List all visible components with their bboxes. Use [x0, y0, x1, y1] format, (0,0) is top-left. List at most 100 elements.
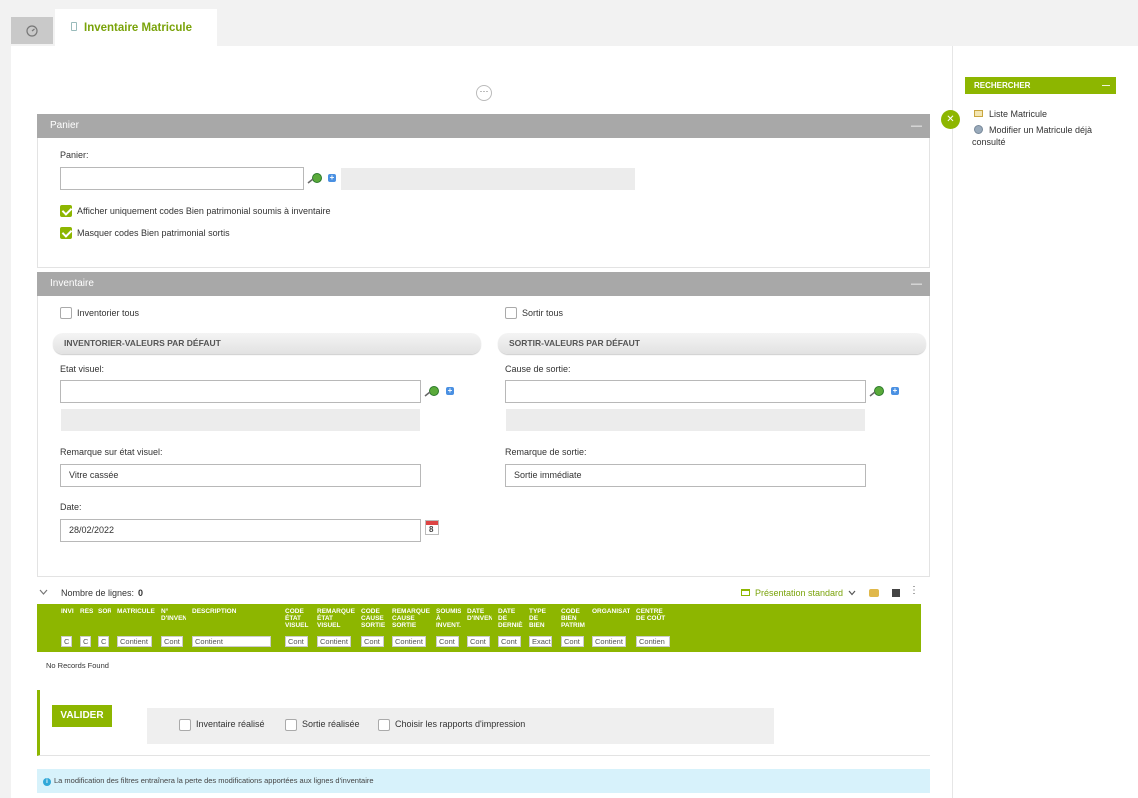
more-options-icon[interactable]: ··· — [476, 85, 492, 101]
nombre-lignes-label: Nombre de lignes: — [61, 588, 135, 598]
date-label: Date: — [60, 502, 82, 512]
search-icon[interactable] — [869, 385, 885, 397]
valider-button[interactable]: VALIDER — [52, 705, 112, 727]
calendar-icon[interactable]: 8 — [425, 520, 439, 535]
col-header[interactable]: CODE ÉTAT VISUEL — [285, 608, 310, 629]
remarque-etat-input[interactable]: Vitre cassée — [60, 464, 421, 487]
cause-sortie-input[interactable] — [505, 380, 866, 403]
inventorier-defaults-header: INVENTORIER-VALEURS PAR DÉFAUT — [53, 333, 481, 354]
remarque-sortie-label: Remarque de sortie: — [505, 447, 587, 457]
panier-input[interactable] — [60, 167, 304, 190]
document-icon — [71, 22, 77, 31]
col-filter[interactable]: Contient — [117, 636, 152, 647]
col-header[interactable]: DATE DE DERNIÈ — [498, 608, 523, 629]
panier-description-box — [341, 168, 635, 190]
panier-section-header[interactable]: Panier — — [37, 114, 930, 143]
add-icon[interactable]: + — [891, 387, 899, 395]
search-icon[interactable] — [424, 385, 440, 397]
chevron-down-icon[interactable] — [39, 589, 48, 596]
rechercher-header[interactable]: RECHERCHER — — [965, 77, 1116, 94]
col-header[interactable]: CODE CAUSE SORTIE — [361, 608, 386, 629]
tab-home[interactable] — [11, 17, 53, 44]
rechercher-title: RECHERCHER — [974, 81, 1031, 90]
col-header[interactable]: MATRICULE — [117, 608, 155, 615]
col-header[interactable]: CENTRE DE COÛT — [636, 608, 668, 622]
inventaire-realise-checkbox[interactable] — [179, 719, 191, 731]
col-filter[interactable]: Cont — [161, 636, 183, 647]
dashboard-icon — [26, 24, 38, 37]
col-header[interactable]: TYPE DE BIEN — [529, 608, 548, 629]
col-filter[interactable]: C — [61, 636, 72, 647]
inventaire-section-header[interactable]: Inventaire — — [37, 272, 930, 301]
col-filter[interactable]: Cont — [498, 636, 521, 647]
col-header[interactable]: SOUMIS À INVENT. — [436, 608, 461, 629]
col-header[interactable]: ORGANISAT — [592, 608, 630, 615]
col-filter[interactable]: Contient — [392, 636, 426, 647]
rapports-impression-checkbox[interactable] — [378, 719, 390, 731]
add-icon[interactable]: + — [446, 387, 454, 395]
liste-matricule-link[interactable]: Liste Matricule — [989, 109, 1047, 119]
cause-sortie-description-box — [506, 409, 865, 431]
date-input[interactable]: 28/02/2022 — [60, 519, 421, 542]
col-filter[interactable]: C — [98, 636, 109, 647]
col-filter[interactable]: Contien — [636, 636, 670, 647]
col-header[interactable]: RÉS — [80, 608, 93, 615]
col-filter[interactable]: Contient — [317, 636, 351, 647]
right-panel: RECHERCHER — ✕ Liste Matricule Modifier … — [941, 46, 1138, 798]
col-header[interactable]: N° D'INVEN — [161, 608, 186, 622]
check-masquer-sortis[interactable] — [60, 227, 72, 239]
col-filter[interactable]: Cont — [561, 636, 584, 647]
inventaire-section-title: Inventaire — [50, 278, 94, 289]
sortir-defaults-header: SORTIR-VALEURS PAR DÉFAUT — [498, 333, 926, 354]
info-icon: i — [43, 778, 51, 786]
col-filter[interactable]: Cont — [436, 636, 459, 647]
no-records-text: No Records Found — [46, 661, 109, 670]
rapports-impression-label: Choisir les rapports d'impression — [395, 719, 526, 729]
col-header[interactable]: REMARQUE CAUSE SORTIE — [392, 608, 430, 629]
col-header[interactable]: DATE D'INVEN — [467, 608, 492, 622]
grid-header: INVI RÉS SOR MATRICULE N° D'INVEN DESCRI… — [37, 604, 921, 652]
col-header[interactable]: INVI — [61, 608, 74, 615]
check-soumis-inventaire[interactable] — [60, 205, 72, 217]
presentation-select[interactable]: Présentation standard — [755, 588, 843, 598]
etat-visuel-input[interactable] — [60, 380, 421, 403]
add-icon[interactable]: + — [328, 174, 336, 182]
col-header[interactable]: SOR — [98, 608, 111, 615]
col-header[interactable]: CODE BIEN PATRIM — [561, 608, 586, 629]
col-header[interactable]: DESCRIPTION — [192, 608, 280, 615]
inventorier-tous-label: Inventorier tous — [77, 308, 140, 318]
valider-panel: VALIDER Inventaire réalisé Sortie réalis… — [37, 690, 930, 756]
more-vertical-icon[interactable]: ⋮ — [909, 585, 919, 596]
col-filter[interactable]: C — [80, 636, 91, 647]
col-header[interactable]: REMARQUE ÉTAT VISUEL — [317, 608, 355, 629]
panier-section-body: Panier: + Afficher uniquement codes Bien… — [37, 138, 930, 268]
remarque-etat-label: Remarque sur état visuel: — [60, 447, 163, 457]
chevron-down-icon[interactable] — [848, 590, 856, 596]
check-masquer-sortis-label: Masquer codes Bien patrimonial sortis — [77, 228, 230, 238]
col-filter[interactable]: Contient — [592, 636, 626, 647]
remarque-sortie-input[interactable]: Sortie immédiate — [505, 464, 866, 487]
sortir-tous-checkbox[interactable] — [505, 307, 517, 319]
collapse-icon[interactable]: — — [911, 272, 922, 296]
save-icon[interactable] — [892, 589, 900, 597]
modifier-matricule-link[interactable]: Modifier un Matricule déjà consulté — [972, 124, 1112, 148]
collapse-icon[interactable]: — — [911, 114, 922, 138]
col-filter[interactable]: Exact — [529, 636, 552, 647]
valider-options: Inventaire réalisé Sortie réalisée Chois… — [147, 708, 774, 744]
panier-label: Panier: — [60, 150, 89, 160]
close-icon[interactable]: ✕ — [941, 110, 960, 129]
collapse-icon[interactable]: — — [1102, 77, 1110, 94]
check-soumis-inventaire-label: Afficher uniquement codes Bien patrimoni… — [77, 206, 331, 216]
tab-inventaire-matricule[interactable]: Inventaire Matricule — [55, 9, 217, 46]
col-filter[interactable]: Cont — [361, 636, 384, 647]
search-icon[interactable] — [307, 172, 323, 184]
col-filter[interactable]: Cont — [285, 636, 308, 647]
info-text: La modification des filtres entraînera l… — [54, 776, 374, 785]
calendar-day: 8 — [429, 525, 434, 534]
col-filter[interactable]: Contient — [192, 636, 271, 647]
inventorier-tous-checkbox[interactable] — [60, 307, 72, 319]
sortie-realisee-checkbox[interactable] — [285, 719, 297, 731]
col-filter[interactable]: Cont — [467, 636, 490, 647]
sortir-tous-label: Sortir tous — [522, 308, 564, 318]
eraser-icon[interactable] — [869, 589, 879, 597]
